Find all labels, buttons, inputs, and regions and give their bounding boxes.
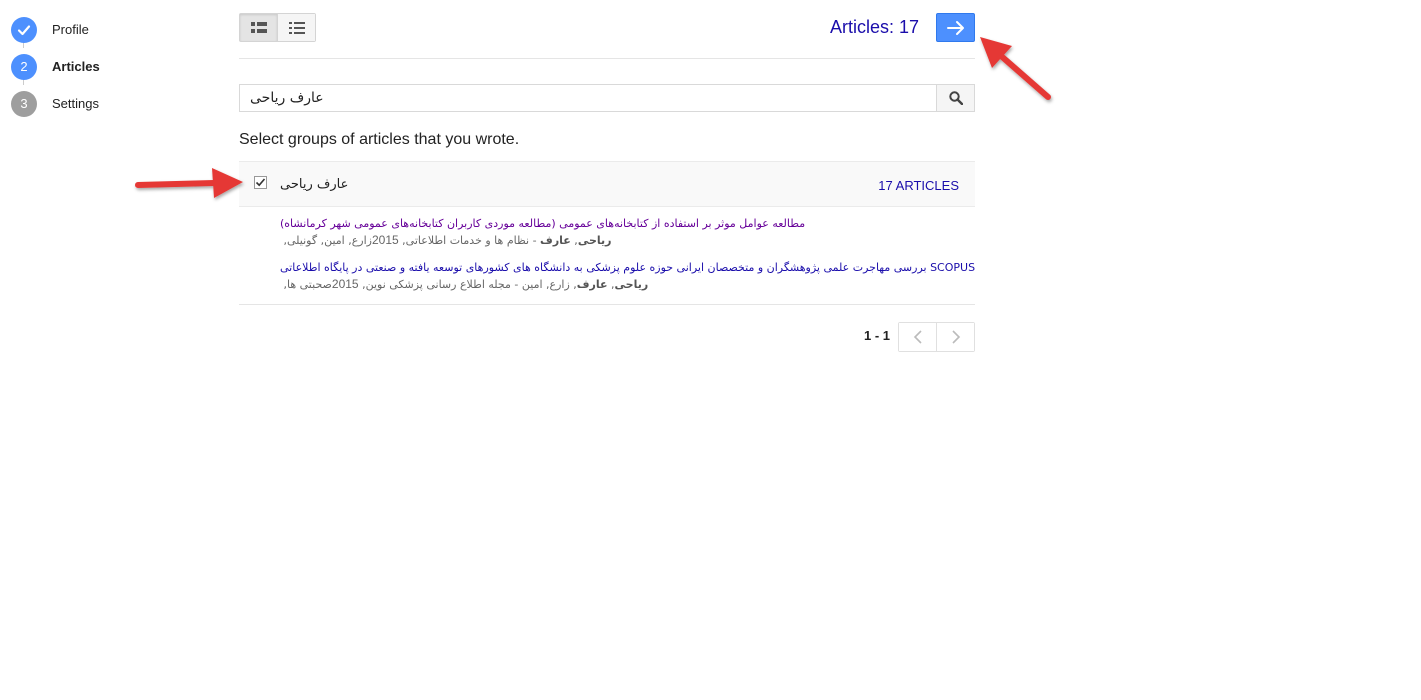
highlighted-author: عارف bbox=[540, 234, 571, 247]
annotation-arrow-icon bbox=[135, 168, 243, 198]
article-meta: صحبتی ها, رياحی, عارف, زارع, امين - مجله… bbox=[280, 276, 970, 293]
step-articles[interactable]: 2 Articles bbox=[11, 48, 100, 85]
author-separator: , bbox=[570, 234, 578, 247]
setup-stepper: Profile 2 Articles 3 Settings bbox=[11, 11, 100, 122]
article-meta: زارع, امين, گونيلی, رياحی, عارف - نظام ه… bbox=[280, 232, 970, 249]
pager bbox=[898, 322, 975, 352]
article-title[interactable]: مطالعه عوامل موثر بر استفاده از کتابخانه… bbox=[280, 216, 970, 232]
list-item: بررسی مهاجرت علمی پژوهشگران و متخصصان اي… bbox=[280, 260, 975, 293]
next-button[interactable] bbox=[936, 13, 975, 42]
search-icon bbox=[948, 91, 963, 105]
arrow-right-icon bbox=[946, 20, 964, 35]
step-number: 2 bbox=[11, 53, 37, 80]
annotation-arrow-icon bbox=[980, 37, 1051, 100]
step-label: Settings bbox=[52, 96, 99, 111]
step-number: 3 bbox=[11, 90, 37, 117]
article-year: 2015 bbox=[331, 277, 359, 291]
search-input[interactable] bbox=[239, 84, 937, 112]
previous-page-button[interactable] bbox=[899, 323, 936, 351]
checkmark-icon bbox=[11, 16, 37, 43]
article-venue: - نظام ها و خدمات اطلاعاتی, bbox=[398, 234, 541, 247]
article-count: Articles: 17 bbox=[829, 17, 919, 37]
divider bbox=[239, 304, 975, 305]
chevron-left-icon bbox=[913, 330, 922, 344]
list-view-button[interactable] bbox=[277, 14, 315, 41]
author-separator: , bbox=[607, 278, 615, 291]
list-icon bbox=[288, 21, 305, 34]
grouped-list-icon bbox=[250, 21, 267, 33]
next-page-button[interactable] bbox=[936, 323, 974, 351]
article-authors: زارع, امين, گونيلی, bbox=[280, 234, 372, 247]
article-authors: صحبتی ها, bbox=[280, 278, 332, 291]
list-item: مطالعه عوامل موثر بر استفاده از کتابخانه… bbox=[280, 216, 970, 249]
highlighted-author: رياحی bbox=[577, 234, 612, 247]
chevron-right-icon bbox=[951, 330, 960, 344]
search-button[interactable] bbox=[936, 84, 975, 112]
article-group-row[interactable]: عارف رياحی 17 articles bbox=[239, 161, 975, 207]
article-venue: , زارع, امين - مجله اطلاع رسانی پزشکی نو… bbox=[358, 278, 577, 291]
highlighted-author: عارف bbox=[576, 278, 608, 291]
page-range: 1 - 1 bbox=[864, 328, 891, 343]
highlighted-author: رياحی bbox=[614, 278, 649, 291]
step-profile[interactable]: Profile bbox=[11, 11, 100, 48]
group-checkbox[interactable] bbox=[254, 176, 267, 189]
checkmark-icon bbox=[255, 178, 266, 187]
divider bbox=[239, 58, 975, 59]
article-year: 2015 bbox=[371, 233, 399, 247]
group-name: عارف رياحی bbox=[280, 177, 349, 192]
view-toggle bbox=[239, 13, 316, 42]
step-settings[interactable]: 3 Settings bbox=[11, 85, 100, 122]
instruction-text: Select groups of articles that you wrote… bbox=[239, 131, 520, 148]
group-view-button[interactable] bbox=[240, 14, 277, 41]
step-label: Profile bbox=[52, 22, 89, 37]
step-label: Articles bbox=[52, 59, 100, 74]
group-article-count[interactable]: 17 articles bbox=[878, 178, 959, 193]
article-title[interactable]: بررسی مهاجرت علمی پژوهشگران و متخصصان اي… bbox=[280, 260, 975, 276]
